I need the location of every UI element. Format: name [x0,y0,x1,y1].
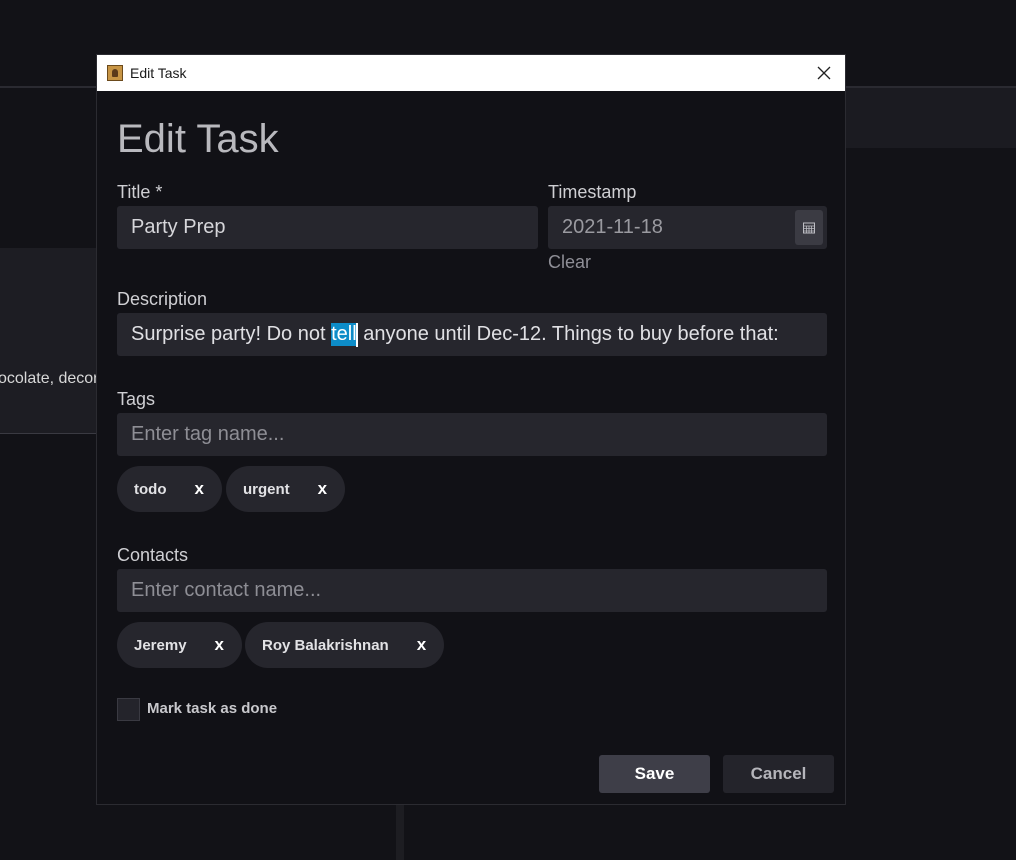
remove-tag-button[interactable]: x [194,479,203,499]
contact-chip-label: Roy Balakrishnan [262,636,389,654]
page-title: Edit Task [117,117,279,161]
app-icon [107,65,123,81]
description-label: Description [117,289,208,309]
tag-chip-label: todo [134,480,167,498]
close-icon[interactable] [813,62,835,84]
mark-done-checkbox[interactable] [117,698,140,721]
timestamp-label: Timestamp [548,182,637,202]
tag-input-placeholder: Enter tag name... [131,423,285,445]
tag-chip: urgent x [226,466,346,512]
edit-task-dialog: Edit Task Edit Task Title * Party Prep T… [96,54,846,805]
title-input[interactable]: Party Prep [117,206,538,249]
timestamp-value: 2021-11-18 [562,216,663,238]
title-label: Title * [117,182,163,202]
contact-input[interactable]: Enter contact name... [117,569,827,612]
remove-contact-button[interactable]: x [215,635,224,655]
tag-chip-label: urgent [243,480,290,498]
contact-chip: Jeremy x [117,622,243,668]
clear-timestamp-link[interactable]: Clear [548,252,591,273]
remove-contact-button[interactable]: x [417,635,426,655]
background-card-text: ocolate, decorations, balloons [0,370,96,387]
mark-done-label[interactable]: Mark task as done [147,700,277,717]
title-input-value: Party Prep [131,216,226,238]
tag-chip: todo x [117,466,222,512]
window-title: Edit Task [130,65,187,81]
contact-chip-label: Jeremy [134,636,187,654]
tag-input[interactable]: Enter tag name... [117,413,827,456]
contacts-label: Contacts [117,545,189,565]
save-button[interactable]: Save [599,755,710,793]
description-text-before: Surprise party! Do not [131,323,332,345]
contact-chip: Roy Balakrishnan x [245,622,445,668]
remove-tag-button[interactable]: x [318,479,327,499]
description-text-after: anyone until Dec-12. Things to buy befor… [357,323,785,345]
background-splitter [396,805,404,860]
description-selection: tell [331,323,357,346]
background-task-card: ocolate, decorations, balloons [0,248,96,434]
tags-label: Tags [117,389,156,409]
timestamp-input[interactable]: 2021-11-18 [548,206,827,249]
contact-input-placeholder: Enter contact name... [131,579,322,601]
window-titlebar: Edit Task [97,55,845,91]
background-panel [846,88,1016,148]
cancel-button[interactable]: Cancel [723,755,834,793]
calendar-icon[interactable] [795,210,823,245]
description-input[interactable]: Surprise party! Do not tell anyone until… [117,313,827,356]
